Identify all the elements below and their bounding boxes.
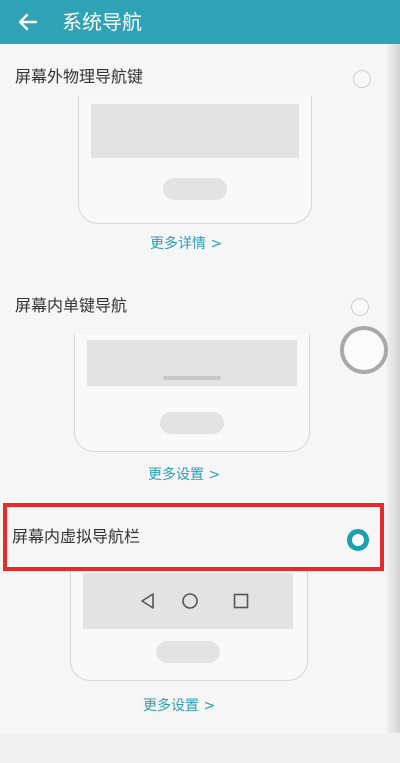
- highlight-box: [3, 503, 384, 571]
- gesture-bar: [163, 376, 221, 380]
- back-triangle-icon: [141, 593, 154, 609]
- preview-screen: [91, 104, 299, 158]
- more-settings-link[interactable]: 更多设置 >: [148, 465, 220, 485]
- more-details-link[interactable]: 更多详情 >: [150, 234, 222, 254]
- phone-preview: [70, 571, 308, 681]
- radio-button[interactable]: [353, 70, 371, 88]
- page-title: 系统导航: [62, 10, 142, 34]
- home-key: [156, 641, 220, 663]
- back-button[interactable]: [12, 6, 44, 38]
- more-settings-link[interactable]: 更多设置 >: [143, 696, 215, 716]
- option-physical-nav-keys[interactable]: 屏幕外物理导航键 更多详情 >: [0, 44, 400, 272]
- recent-square-icon: [233, 593, 249, 609]
- radio-button[interactable]: [351, 298, 369, 316]
- floating-assistive-button[interactable]: [340, 326, 388, 374]
- phone-preview: [78, 96, 312, 224]
- home-key: [160, 412, 224, 434]
- option-label: 屏幕外物理导航键: [15, 67, 144, 86]
- home-key: [163, 178, 227, 200]
- title-bar: 系统导航: [0, 0, 400, 44]
- device-edge: [386, 44, 400, 763]
- phone-preview: [74, 334, 310, 452]
- option-single-key-nav[interactable]: 屏幕内单键导航 更多设置 >: [0, 278, 400, 498]
- bottom-edge: [0, 733, 400, 763]
- home-circle-icon: [182, 593, 198, 609]
- arrow-left-icon: [18, 13, 38, 31]
- preview-navigation-bar: [83, 573, 293, 629]
- option-label: 屏幕内单键导航: [15, 296, 128, 315]
